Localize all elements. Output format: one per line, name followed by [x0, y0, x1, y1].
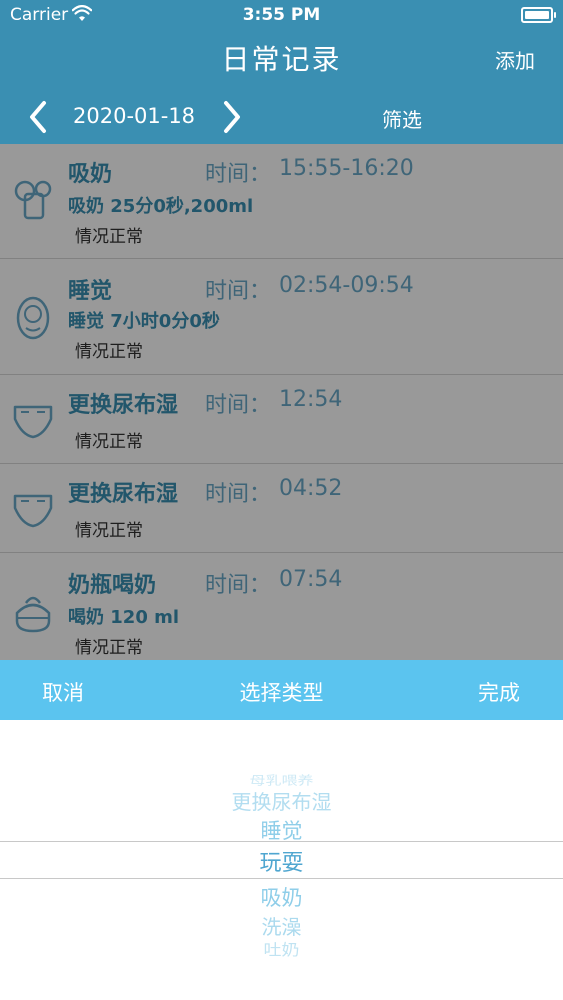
record-time: 07:54 [279, 567, 343, 592]
record-status: 情况正常 [75, 342, 143, 362]
record-time-label: 时间： [205, 162, 272, 187]
record-time: 04:52 [279, 476, 343, 501]
record-item[interactable]: 奶瓶喝奶 时间： 07:54 喝奶 120 ml 情况正常 [0, 553, 563, 660]
record-detail: 睡觉 7小时0分0秒 [68, 311, 220, 332]
baby-bottle-icon [15, 596, 51, 633]
record-time: 12:54 [279, 387, 343, 412]
header: Carrier 3:55 PM 日常记录 添加 2020-01-18 筛选 [0, 0, 563, 144]
picker-option[interactable]: 更换尿布湿 [0, 786, 563, 815]
picker-option-selected[interactable]: 玩耍 [0, 845, 563, 877]
picker-option[interactable]: 吸奶 [0, 882, 563, 912]
record-item[interactable]: 吸奶 时间： 15:55-16:20 吸奶 25分0秒,200ml 情况正常 [0, 144, 563, 259]
done-button[interactable]: 完成 [478, 677, 520, 707]
record-time: 02:54-09:54 [279, 273, 414, 298]
diaper-icon [13, 405, 53, 439]
sleeping-baby-icon [16, 296, 50, 340]
record-name: 奶瓶喝奶 [68, 573, 157, 598]
page-title: 日常记录 [221, 43, 342, 76]
breast-pump-icon [14, 180, 52, 220]
picker-option[interactable]: 吐奶 [0, 938, 563, 960]
record-name: 睡觉 [68, 279, 113, 304]
date-navigator: 2020-01-18 筛选 [0, 92, 563, 142]
record-time-label: 时间： [205, 482, 272, 507]
record-list: 吸奶 时间： 15:55-16:20 吸奶 25分0秒,200ml 情况正常 睡… [0, 144, 563, 660]
add-button[interactable]: 添加 [495, 45, 535, 74]
picker-option[interactable]: 洗澡 [0, 911, 563, 940]
filter-button[interactable]: 筛选 [382, 104, 422, 133]
picker-selection-top-line [0, 841, 563, 842]
record-time-label: 时间： [205, 279, 272, 304]
record-time: 15:55-16:20 [279, 156, 414, 181]
record-status: 情况正常 [75, 432, 143, 452]
chevron-left-icon[interactable] [27, 100, 49, 134]
record-time-label: 时间： [205, 393, 272, 418]
status-time: 3:55 PM [242, 5, 321, 25]
app-screen: Carrier 3:55 PM 日常记录 添加 2020-01-18 筛选 吸奶… [0, 0, 563, 1000]
picker-selection-bottom-line [0, 878, 563, 879]
record-time-label: 时间： [205, 573, 272, 598]
record-item[interactable]: 更换尿布湿 时间： 12:54 情况正常 [0, 375, 563, 464]
diaper-icon [13, 494, 53, 528]
battery-icon [521, 7, 556, 23]
record-status: 情况正常 [75, 521, 143, 541]
picker-toolbar: 取消 选择类型 完成 [0, 660, 563, 720]
record-status: 情况正常 [75, 227, 143, 247]
type-picker-wheel[interactable]: 母乳喂养 更换尿布湿 睡觉 玩耍 吸奶 洗澡 吐奶 [0, 720, 563, 1000]
record-item[interactable]: 更换尿布湿 时间： 04:52 情况正常 [0, 464, 563, 553]
status-bar: Carrier 3:55 PM [0, 0, 563, 30]
record-status: 情况正常 [75, 638, 143, 658]
record-detail: 吸奶 25分0秒,200ml [68, 196, 254, 217]
current-date: 2020-01-18 [73, 104, 196, 128]
record-name: 更换尿布湿 [68, 482, 179, 507]
record-name: 吸奶 [68, 162, 113, 187]
chevron-right-icon[interactable] [221, 100, 243, 134]
record-name: 更换尿布湿 [68, 393, 179, 418]
record-item[interactable]: 睡觉 时间： 02:54-09:54 睡觉 7小时0分0秒 情况正常 [0, 259, 563, 375]
record-detail: 喝奶 120 ml [68, 607, 180, 628]
